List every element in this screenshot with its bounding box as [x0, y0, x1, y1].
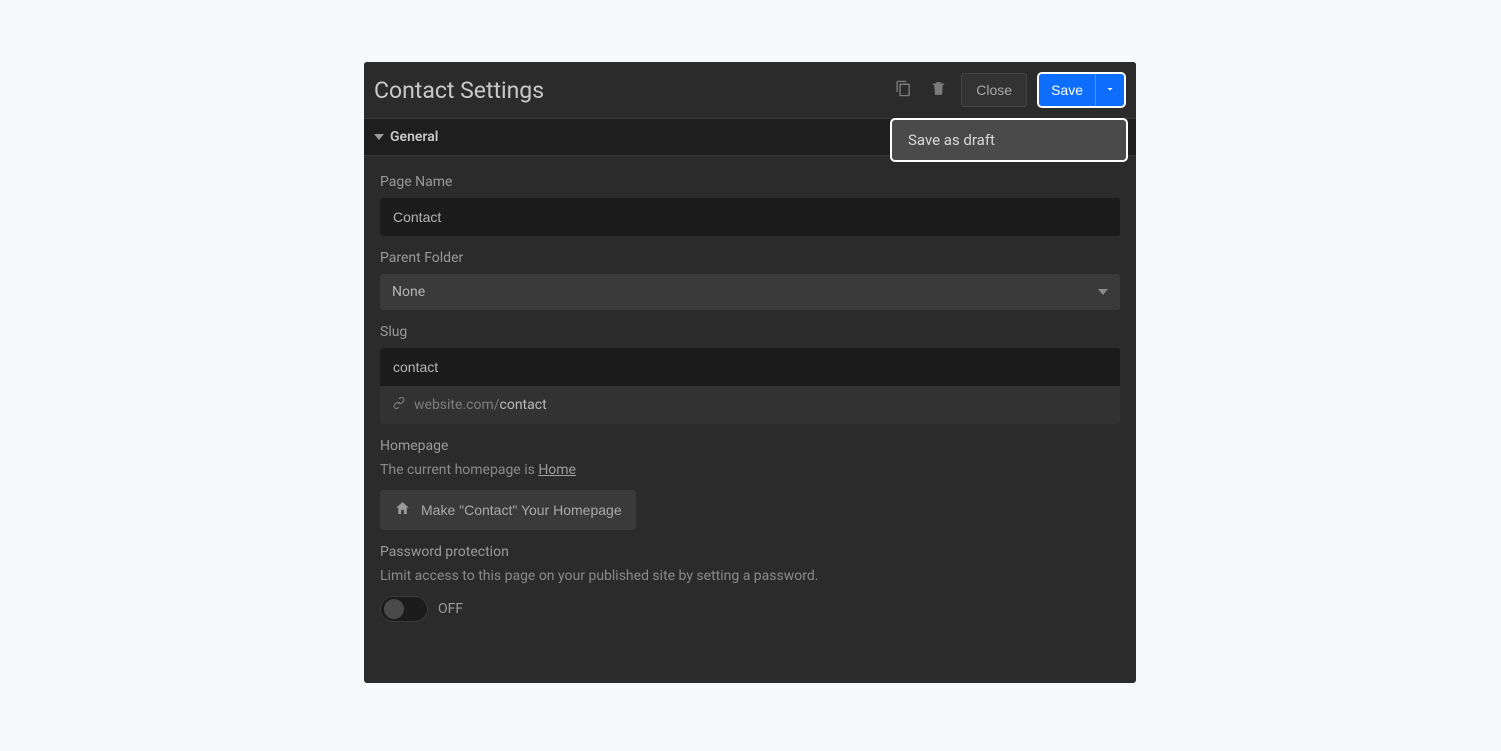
home-icon: [394, 500, 411, 520]
trash-icon: [930, 80, 947, 100]
homepage-subtext-prefix: The current homepage is: [380, 462, 538, 478]
caret-down-icon: [374, 134, 384, 140]
parent-folder-select[interactable]: None: [380, 274, 1120, 310]
slug-input[interactable]: [380, 348, 1120, 386]
delete-icon-button[interactable]: [926, 76, 951, 104]
chevron-down-icon: [1104, 83, 1116, 98]
save-button-group: Save: [1037, 72, 1126, 108]
slug-label: Slug: [380, 324, 1120, 340]
toggle-knob: [384, 599, 404, 619]
save-dropdown-menu: Save as draft: [890, 118, 1128, 162]
dialog-header: Contact Settings Close Save: [364, 62, 1136, 118]
slug-url-preview: website.com/contact: [380, 386, 1120, 424]
save-as-draft-item[interactable]: Save as draft: [892, 120, 1126, 160]
password-toggle[interactable]: [380, 596, 428, 622]
copy-icon: [895, 80, 912, 100]
password-protection-subtext: Limit access to this page on your publis…: [380, 568, 1120, 584]
make-homepage-button[interactable]: Make "Contact" Your Homepage: [380, 490, 636, 530]
password-toggle-row: OFF: [380, 596, 1120, 622]
caret-down-icon: [1098, 289, 1108, 295]
contact-settings-dialog: Contact Settings Close Save: [364, 62, 1136, 683]
copy-icon-button[interactable]: [891, 76, 916, 104]
save-dropdown-toggle[interactable]: [1095, 74, 1124, 106]
page-name-input[interactable]: [380, 198, 1120, 236]
parent-folder-value: None: [392, 284, 425, 300]
slug-preview-slug: contact: [500, 397, 547, 413]
make-homepage-label: Make "Contact" Your Homepage: [421, 502, 622, 518]
section-title: General: [390, 129, 438, 145]
homepage-current-link[interactable]: Home: [538, 462, 576, 478]
homepage-label: Homepage: [380, 438, 1120, 454]
password-protection-label: Password protection: [380, 544, 1120, 560]
page-name-label: Page Name: [380, 174, 1120, 190]
dialog-body: Page Name Parent Folder None Slug websit…: [364, 156, 1136, 683]
header-actions: Close Save: [891, 72, 1126, 108]
homepage-subtext: The current homepage is Home: [380, 462, 1120, 478]
slug-preview-prefix: website.com/: [414, 397, 500, 413]
dialog-title: Contact Settings: [374, 77, 891, 104]
parent-folder-label: Parent Folder: [380, 250, 1120, 266]
link-icon: [392, 396, 406, 414]
close-button[interactable]: Close: [961, 73, 1027, 107]
password-toggle-state: OFF: [438, 601, 463, 617]
save-button[interactable]: Save: [1039, 74, 1095, 106]
slug-preview-text: website.com/contact: [414, 397, 547, 413]
